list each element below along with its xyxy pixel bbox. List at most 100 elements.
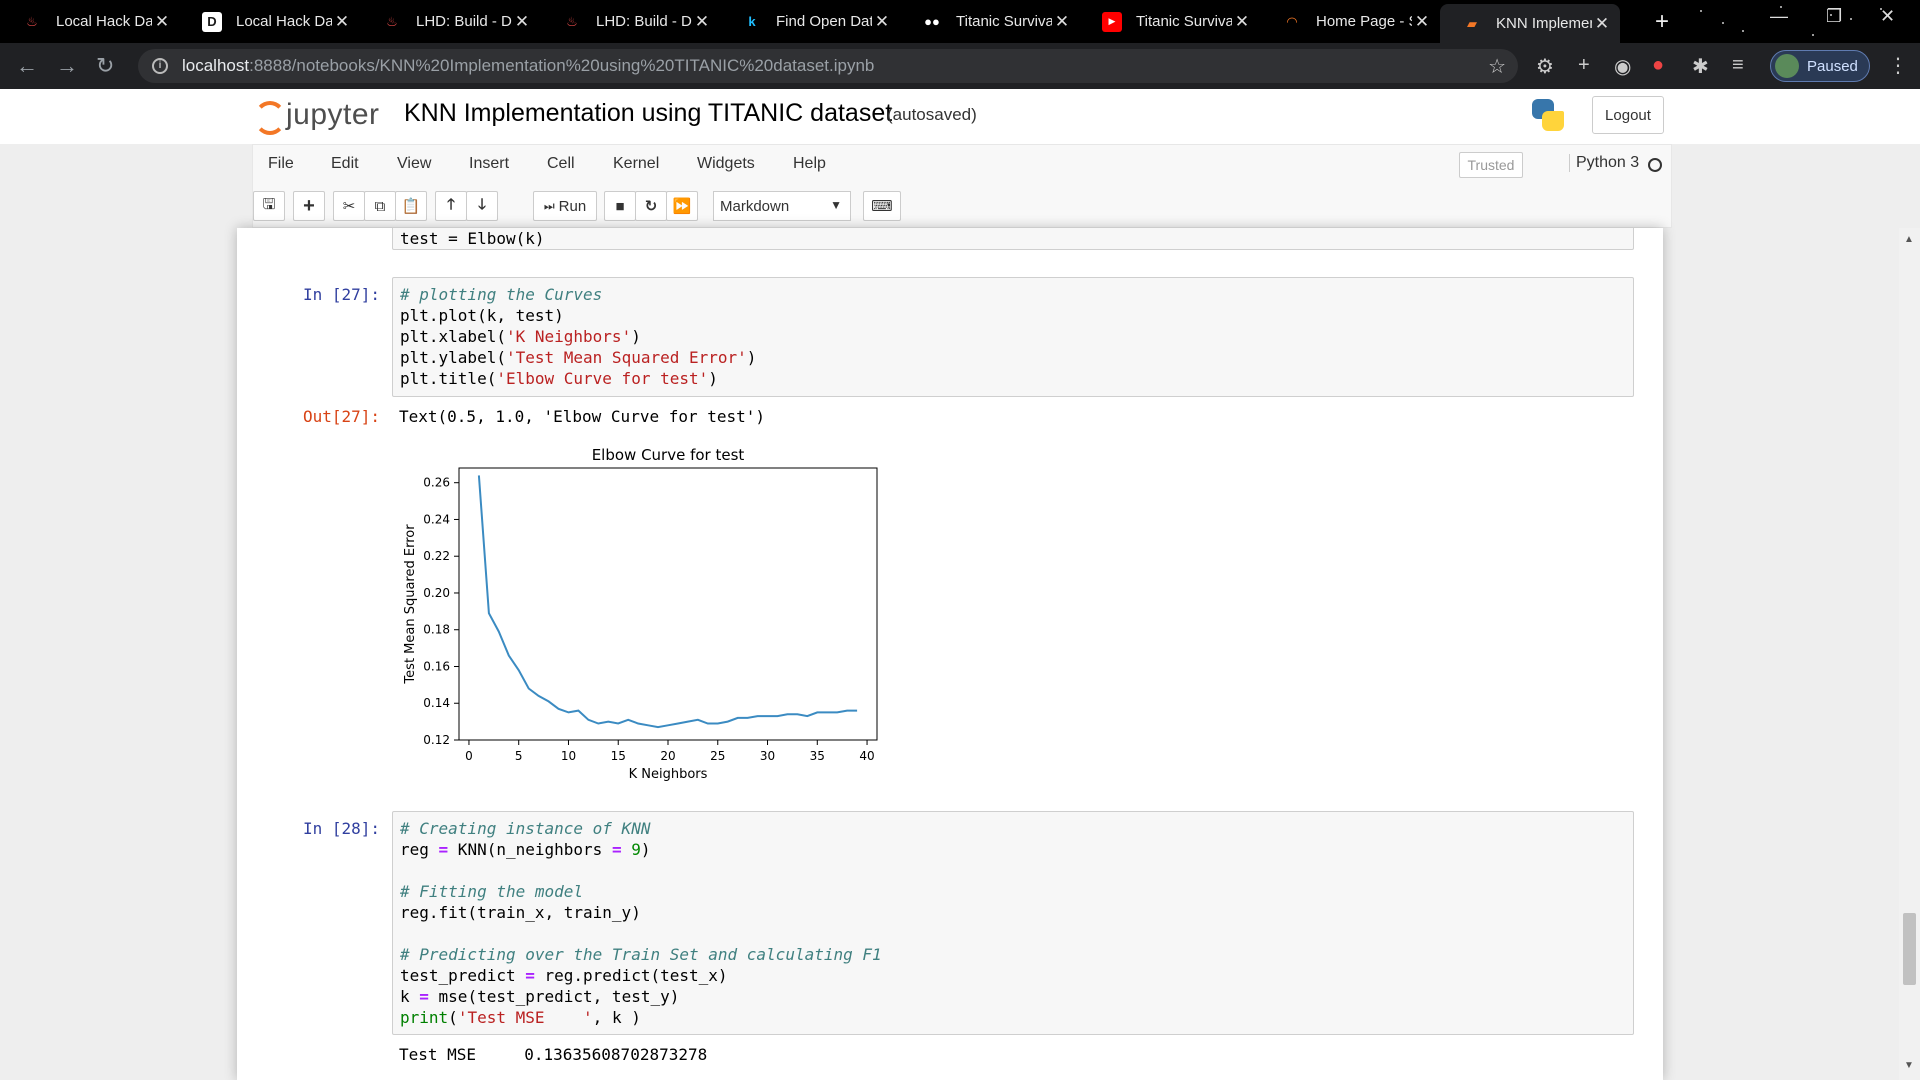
code-line: test = Elbow(k): [400, 229, 545, 248]
restart-icon[interactable]: ↻: [635, 191, 667, 221]
code-operator: =: [525, 966, 535, 985]
extension-bulb-icon[interactable]: ◉: [1614, 54, 1631, 79]
code-text: KNN(n_neighbors: [448, 840, 612, 859]
menu-edit[interactable]: Edit: [331, 155, 359, 173]
youtube-icon: ▶: [1102, 11, 1122, 32]
close-window-button[interactable]: ✕: [1880, 6, 1895, 27]
chart-title: Elbow Curve for test: [592, 446, 745, 464]
site-info-icon[interactable]: i: [152, 58, 168, 74]
tab-label: LHD: Build - Da: [416, 13, 512, 30]
code-block: # Creating instance of KNN reg = KNN(n_n…: [400, 818, 1626, 1028]
tab-close-icon[interactable]: ✕: [1592, 14, 1612, 34]
menu-cell[interactable]: Cell: [547, 155, 575, 173]
cell-type-select[interactable]: Markdown ▼: [713, 191, 851, 221]
minimize-button[interactable]: —: [1770, 6, 1788, 27]
scroll-down-icon[interactable]: ▼: [1904, 1060, 1914, 1071]
maximize-button[interactable]: ❐: [1826, 6, 1842, 27]
tab-label: Local Hack Day: [236, 13, 332, 30]
tab-label: LHD: Build - Da: [596, 13, 692, 30]
browser-tab[interactable]: ♨ LHD: Build - Da ✕: [360, 4, 540, 39]
menu-kernel[interactable]: Kernel: [613, 155, 659, 173]
move-up-icon[interactable]: 🡑: [435, 191, 467, 221]
code-text: plt.ylabel(: [400, 348, 506, 367]
interrupt-icon[interactable]: ■: [604, 191, 636, 221]
y-tick-label: 0.12: [423, 733, 450, 747]
browser-tab[interactable]: ▰ KNN Implemen ✕: [1440, 4, 1620, 43]
code-string: 'K Neighbors': [505, 327, 632, 346]
address-bar[interactable]: i localhost:8888/notebooks/KNN%20Impleme…: [138, 49, 1518, 83]
extension-bug-icon[interactable]: ●: [1652, 54, 1664, 77]
code-operator: =: [438, 840, 449, 859]
browser-tab[interactable]: ♨ Local Hack Day ✕: [0, 4, 180, 39]
cell-input-area[interactable]: # plotting the Curves plt.plot(k, test) …: [392, 277, 1634, 397]
paste-icon[interactable]: 📋: [395, 191, 427, 221]
copy-icon[interactable]: ⧉: [364, 191, 396, 221]
input-prompt: In [28]:: [302, 819, 380, 838]
cut-icon[interactable]: ✂: [333, 191, 365, 221]
notebook-title[interactable]: KNN Implementation using TITANIC dataset: [404, 99, 892, 128]
tab-close-icon[interactable]: ✕: [512, 12, 532, 32]
tab-label: Titanic Survival: [1136, 13, 1232, 30]
logout-button[interactable]: Logout: [1592, 96, 1664, 134]
extensions-puzzle-icon[interactable]: ✱: [1692, 54, 1709, 79]
scroll-up-icon[interactable]: ▲: [1904, 234, 1914, 245]
x-tick-label: 25: [710, 749, 725, 763]
browser-menu-icon[interactable]: ⋮: [1888, 53, 1908, 78]
jupyter-logo[interactable]: jupyter: [252, 97, 380, 135]
code-operator: =: [419, 987, 429, 1006]
code-text: reg.predict(test_x): [534, 966, 728, 985]
y-tick-label: 0.20: [423, 586, 450, 600]
menu-insert[interactable]: Insert: [469, 155, 509, 173]
profile-button[interactable]: Paused: [1770, 50, 1870, 82]
menu-help[interactable]: Help: [793, 155, 826, 173]
browser-tab[interactable]: ●● Titanic Survival ✕: [900, 4, 1080, 39]
menu-widgets[interactable]: Widgets: [697, 155, 755, 173]
extension-gear-icon[interactable]: ⚙: [1536, 54, 1554, 79]
browser-tab[interactable]: D Local Hack Day ✕: [180, 4, 360, 39]
fast-forward-icon[interactable]: ⏩: [666, 191, 698, 221]
browser-tab-bar: ♨ Local Hack Day ✕ D Local Hack Day ✕ ♨ LHD: Bu…: [0, 0, 1920, 43]
tab-label: Local Hack Day: [56, 13, 152, 30]
tab-close-icon[interactable]: ✕: [692, 12, 712, 32]
tab-close-icon[interactable]: ✕: [1232, 12, 1252, 32]
code-operator: =: [611, 840, 622, 859]
code-text: ): [631, 327, 641, 346]
y-tick-label: 0.16: [423, 659, 450, 673]
x-tick-label: 5: [515, 749, 523, 763]
menu-view[interactable]: View: [397, 155, 431, 173]
browser-tab[interactable]: ▶ Titanic Survival ✕: [1080, 4, 1260, 39]
tab-close-icon[interactable]: ✕: [872, 12, 892, 32]
move-down-icon[interactable]: 🡓: [466, 191, 498, 221]
code-comment: # plotting the Curves: [400, 285, 603, 304]
browser-tab[interactable]: ◠ Home Page - S ✕: [1260, 4, 1440, 39]
bookmark-star-icon[interactable]: ☆: [1488, 54, 1506, 79]
save-icon[interactable]: 🖫: [253, 191, 285, 221]
tab-close-icon[interactable]: ✕: [1412, 12, 1432, 32]
insert-cell-icon[interactable]: +: [293, 191, 325, 221]
y-tick-label: 0.14: [423, 696, 450, 710]
keyboard-icon[interactable]: ⌨: [863, 191, 901, 221]
trusted-badge[interactable]: Trusted: [1459, 152, 1523, 178]
tab-close-icon[interactable]: ✕: [152, 12, 172, 32]
code-text: (: [448, 1008, 458, 1027]
code-text: k: [400, 987, 420, 1006]
browser-tab[interactable]: k Find Open Data ✕: [720, 4, 900, 39]
page-scrollbar[interactable]: ▲ ▼: [1899, 228, 1920, 1080]
browser-tab[interactable]: ♨ LHD: Build - Da ✕: [540, 4, 720, 39]
x-tick-label: 0: [465, 749, 473, 763]
browser-toolbar: ← → ↻ i localhost:8888/notebooks/KNN%20I…: [0, 43, 1920, 89]
menu-file[interactable]: File: [268, 155, 294, 173]
extension-plus-icon[interactable]: +: [1578, 54, 1590, 77]
reading-list-icon[interactable]: ≡: [1732, 54, 1744, 77]
new-tab-button[interactable]: +: [1655, 8, 1669, 36]
back-icon[interactable]: ←: [16, 53, 38, 79]
reload-icon[interactable]: ↻: [96, 53, 114, 79]
tab-close-icon[interactable]: ✕: [1052, 12, 1072, 32]
run-button[interactable]: ⏭ Run: [533, 191, 597, 221]
forward-icon[interactable]: →: [56, 53, 78, 79]
cell-input-area[interactable]: # Creating instance of KNN reg = KNN(n_n…: [392, 811, 1634, 1035]
jupyter-ring-icon: [252, 97, 286, 135]
cell-input-area[interactable]: test = Elbow(k): [392, 228, 1634, 250]
scrollbar-thumb[interactable]: [1903, 913, 1916, 985]
tab-close-icon[interactable]: ✕: [332, 12, 352, 32]
